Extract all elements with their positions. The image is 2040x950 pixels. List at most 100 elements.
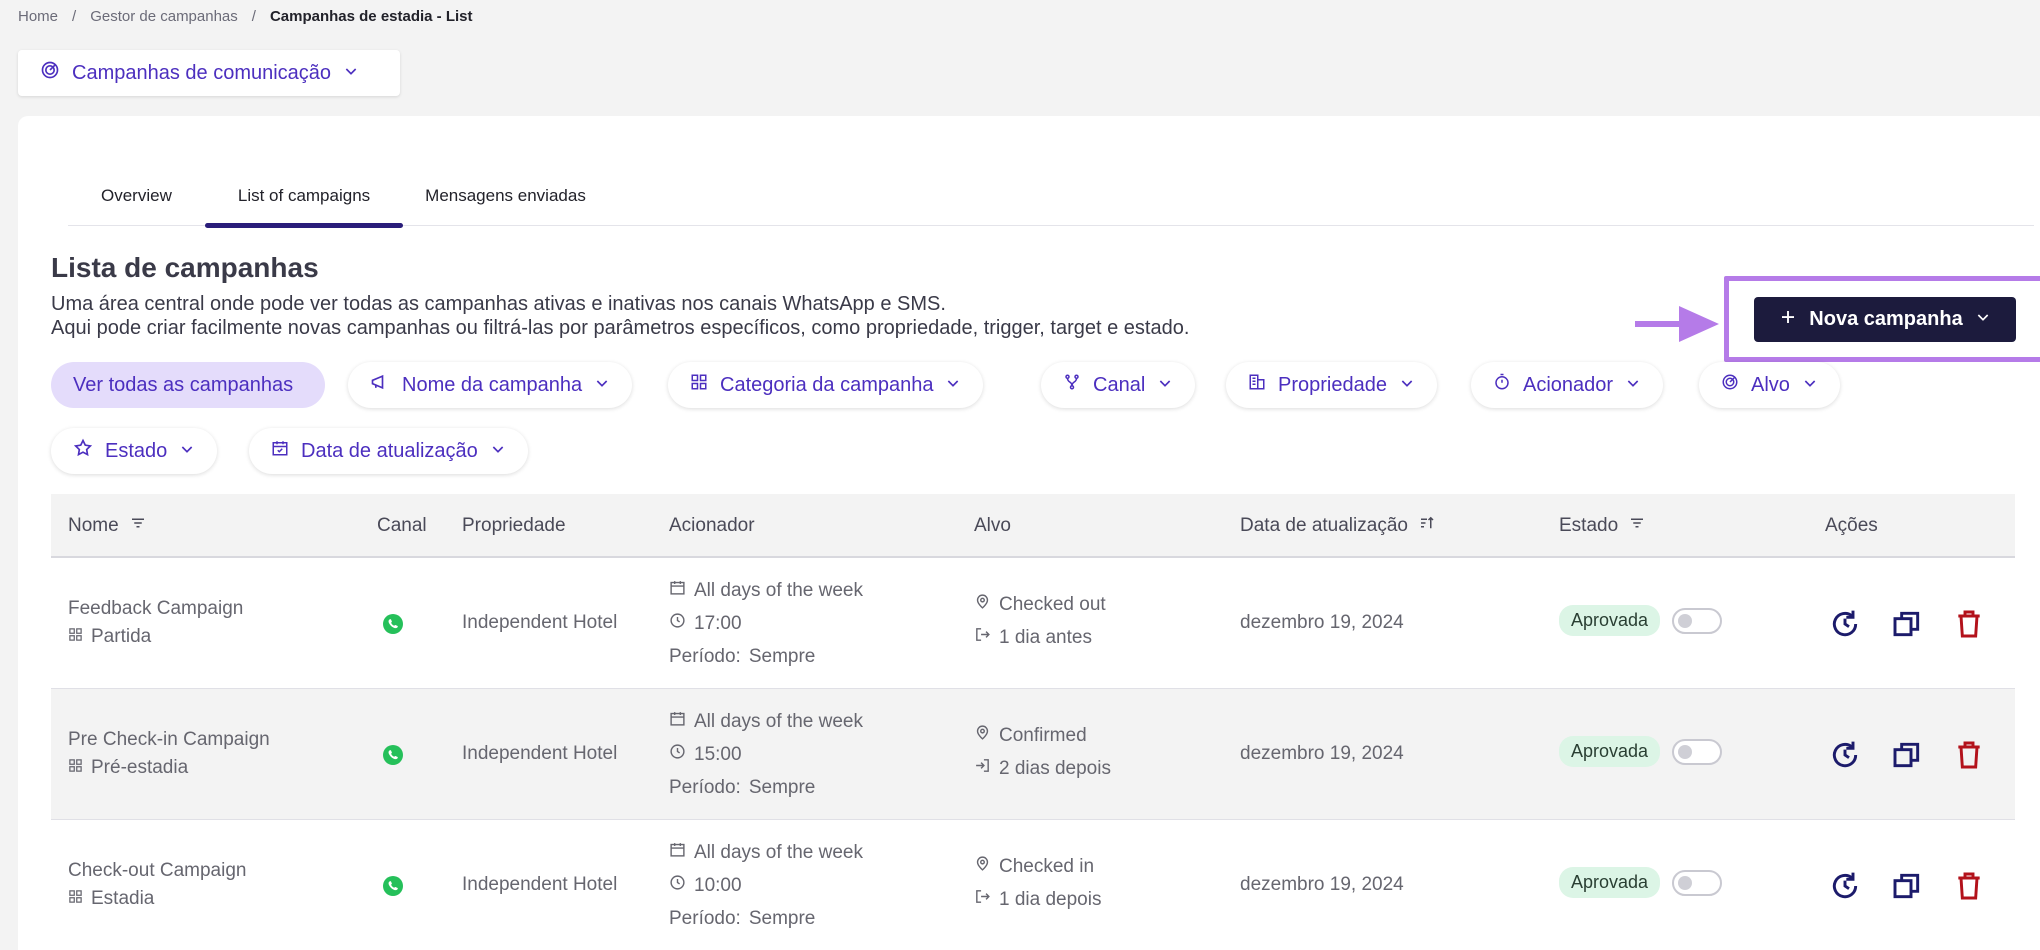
filter-lines-icon[interactable] [1628, 514, 1646, 538]
refresh-icon[interactable] [1829, 870, 1861, 902]
property-name: Independent Hotel [462, 612, 618, 633]
campaign-category: Partida [91, 626, 152, 647]
table-row[interactable]: Check-out Campaign Estadia Independent H… [51, 820, 2015, 950]
column-header-trigger: Acionador [669, 515, 755, 536]
period-label: Período: [669, 776, 741, 798]
column-name-label: Nome [68, 515, 119, 536]
table-header: Nome Canal Propriedade Acionador Alvo Da… [51, 494, 2015, 558]
grid-icon [68, 757, 83, 779]
column-state-label: Estado [1559, 515, 1619, 536]
tab-list-of-campaigns[interactable]: List of campaigns [204, 178, 404, 228]
grid-icon [68, 626, 83, 648]
breadcrumb-manager[interactable]: Gestor de campanhas [90, 8, 238, 25]
duplicate-icon[interactable] [1891, 870, 1923, 902]
tab-mensagens-enviadas[interactable]: Mensagens enviadas [403, 178, 619, 226]
calendar-icon [669, 841, 686, 864]
enter-arrow-icon [974, 757, 991, 780]
period-value: Sempre [748, 907, 816, 929]
period-value: Sempre [748, 645, 816, 667]
filter-channel[interactable]: Canal [1041, 362, 1196, 408]
table-row[interactable]: Feedback Campaign Partida Independent Ho… [51, 558, 2015, 689]
refresh-icon[interactable] [1829, 739, 1861, 771]
branch-icon [1063, 373, 1081, 397]
trash-icon[interactable] [1953, 739, 1985, 771]
active-toggle[interactable] [1672, 869, 1723, 896]
chevron-down-icon [490, 440, 506, 463]
filter-all-label: Ver todas as campanhas [73, 373, 294, 396]
column-header-name[interactable]: Nome [68, 494, 147, 558]
duplicate-icon[interactable] [1891, 608, 1923, 640]
active-toggle[interactable] [1672, 738, 1723, 765]
chevron-down-icon [945, 374, 961, 397]
trigger-time: 17:00 [694, 612, 742, 634]
campaign-module-select[interactable]: Campanhas de comunicação [18, 50, 400, 96]
updated-date: dezembro 19, 2024 [1240, 743, 1404, 764]
filter-target[interactable]: Alvo [1699, 362, 1840, 408]
star-icon [73, 438, 93, 464]
calendar-icon [271, 439, 289, 463]
filter-updated-date[interactable]: Data de atualização [249, 428, 528, 474]
breadcrumb-separator: / [251, 8, 256, 25]
new-campaign-label: Nova campanha [1809, 308, 1963, 330]
new-campaign-button[interactable]: Nova campanha [1754, 297, 2016, 342]
stopwatch-icon [1493, 373, 1511, 397]
trigger-days: All days of the week [694, 579, 863, 601]
filter-property-label: Propriedade [1278, 373, 1387, 396]
chevron-down-icon [1975, 308, 1991, 331]
filter-campaign-category[interactable]: Categoria da campanha [668, 362, 984, 408]
chevron-down-icon [179, 440, 195, 463]
filter-state-label: Estado [105, 439, 168, 462]
whatsapp-icon [381, 874, 405, 904]
column-header-channel: Canal [377, 515, 427, 536]
target-status: Confirmed [999, 724, 1087, 746]
active-toggle[interactable] [1672, 607, 1723, 634]
breadcrumb: Home / Gestor de campanhas / Campanhas d… [18, 8, 473, 25]
filter-property[interactable]: Propriedade [1226, 362, 1437, 408]
column-header-property: Propriedade [462, 515, 566, 536]
column-updated-label: Data de atualização [1240, 515, 1408, 536]
updated-date: dezembro 19, 2024 [1240, 612, 1404, 633]
chevron-down-icon [594, 374, 610, 397]
location-pin-icon [974, 724, 991, 747]
duplicate-icon[interactable] [1891, 739, 1923, 771]
trash-icon[interactable] [1953, 870, 1985, 902]
campaign-category: Pré-estadia [91, 757, 189, 778]
period-label: Período: [669, 907, 741, 929]
filter-trigger-label: Acionador [1523, 373, 1614, 396]
table-row[interactable]: Pre Check-in Campaign Pré-estadia Indepe… [51, 689, 2015, 820]
target-status: Checked in [999, 855, 1095, 877]
calendar-icon [669, 579, 686, 602]
target-offset: 2 dias depois [999, 757, 1111, 779]
campaign-name[interactable]: Check-out Campaign [68, 860, 246, 882]
page-title: Lista de campanhas [51, 252, 319, 283]
megaphone-icon [370, 372, 390, 398]
tab-overview[interactable]: Overview [68, 178, 205, 226]
column-header-state[interactable]: Estado [1559, 494, 1646, 558]
refresh-icon[interactable] [1829, 608, 1861, 640]
campaign-name[interactable]: Feedback Campaign [68, 598, 243, 620]
breadcrumb-home[interactable]: Home [18, 8, 58, 25]
sort-icon[interactable] [1418, 514, 1436, 538]
plus-icon [1779, 308, 1797, 332]
filter-campaign-name[interactable]: Nome da campanha [348, 362, 633, 408]
breadcrumb-current: Campanhas de estadia - List [269, 8, 473, 25]
target-offset: 1 dia depois [999, 888, 1102, 910]
exit-arrow-icon [974, 626, 991, 649]
location-pin-icon [974, 855, 991, 878]
module-select-label: Campanhas de comunicação [72, 61, 332, 84]
filter-lines-icon[interactable] [129, 514, 147, 538]
column-header-updated[interactable]: Data de atualização [1240, 494, 1436, 558]
filter-all-campaigns[interactable]: Ver todas as campanhas [51, 362, 325, 408]
property-name: Independent Hotel [462, 743, 618, 764]
main-card: Overview List of campaigns Mensagens env… [18, 116, 2040, 950]
filter-state[interactable]: Estado [51, 428, 218, 474]
whatsapp-icon [381, 612, 405, 642]
grid-icon [690, 373, 708, 397]
chevron-down-icon [1802, 374, 1818, 397]
highlight-arrow-icon [1635, 306, 1719, 342]
filter-trigger[interactable]: Acionador [1471, 362, 1664, 408]
target-icon [40, 60, 60, 86]
campaign-name[interactable]: Pre Check-in Campaign [68, 729, 270, 751]
filter-channel-label: Canal [1093, 373, 1146, 396]
trash-icon[interactable] [1953, 608, 1985, 640]
